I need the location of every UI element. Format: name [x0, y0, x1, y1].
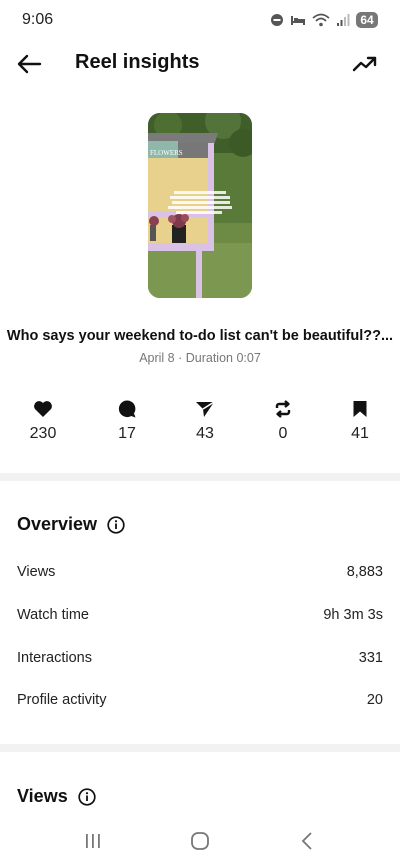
reel-caption: Who says your weekend to-do list can't b…	[6, 328, 394, 344]
signal-icon	[337, 14, 350, 26]
reposts-stat[interactable]: 0	[253, 398, 313, 443]
chevron-left-icon	[301, 832, 312, 850]
page-title: Reel insights	[75, 51, 200, 73]
reel-meta: April 8 · Duration 0:07	[139, 351, 261, 365]
overview-section-title: Overview	[17, 514, 125, 535]
battery-indicator: 64	[356, 12, 378, 28]
likes-stat[interactable]: 230	[13, 398, 73, 443]
info-icon[interactable]	[107, 515, 125, 534]
row-label: Profile activity	[17, 692, 107, 708]
trends-button[interactable]	[350, 50, 380, 78]
overview-title: Overview	[17, 514, 98, 534]
comments-stat[interactable]: 17	[97, 398, 157, 443]
row-value: 20	[366, 692, 383, 708]
reposts-count: 0	[278, 425, 288, 442]
battery-level: 64	[356, 12, 378, 28]
recents-icon	[86, 834, 101, 848]
info-icon[interactable]	[78, 787, 96, 806]
row-value: 9h 3m 3s	[323, 607, 383, 623]
bookmark-icon	[353, 401, 367, 417]
saves-stat[interactable]: 41	[330, 398, 390, 443]
row-value: 8,883	[346, 564, 383, 580]
views-section-title: Views	[17, 786, 96, 807]
do-not-disturb-icon	[271, 14, 283, 26]
shares-count: 43	[196, 425, 214, 442]
comments-count: 17	[118, 425, 136, 442]
repost-icon	[275, 400, 291, 418]
overview-row-profile-activity[interactable]: Profile activity 20	[17, 692, 383, 708]
wifi-icon	[312, 13, 330, 27]
row-value: 331	[358, 650, 383, 666]
header: Reel insights	[0, 42, 400, 86]
overview-row-views[interactable]: Views 8,883	[17, 564, 383, 580]
overview-row-watch-time[interactable]: Watch time 9h 3m 3s	[17, 607, 383, 623]
reel-thumbnail-image: FLOWERS	[148, 113, 252, 298]
overview-row-interactions[interactable]: Interactions 331	[17, 650, 383, 666]
section-divider	[0, 744, 400, 752]
status-bar: 9:06 64	[0, 0, 400, 40]
comment-icon	[118, 400, 136, 418]
status-icons: 64	[270, 12, 378, 28]
home-icon	[191, 832, 209, 850]
status-time: 9:06	[22, 11, 54, 28]
reel-thumbnail[interactable]: FLOWERS	[148, 113, 252, 298]
arrow-left-icon	[17, 54, 42, 74]
heart-icon	[34, 401, 52, 417]
back-button[interactable]	[14, 50, 44, 78]
row-label: Views	[17, 564, 56, 580]
back-nav-button[interactable]	[287, 826, 327, 856]
row-label: Watch time	[17, 607, 89, 623]
thumbnail-sign-text: FLOWERS	[150, 149, 183, 157]
shares-stat[interactable]: 43	[175, 398, 235, 443]
trending-up-icon	[352, 56, 377, 72]
sleep-icon	[291, 16, 305, 25]
views-title: Views	[17, 786, 68, 806]
recents-button[interactable]	[73, 826, 113, 856]
share-icon	[196, 401, 215, 417]
home-button[interactable]	[180, 826, 220, 856]
saves-count: 41	[351, 425, 369, 442]
engagement-stats: 230 17 43 0 41	[0, 398, 400, 448]
likes-count: 230	[29, 425, 57, 442]
system-nav-bar	[0, 815, 400, 867]
row-label: Interactions	[17, 650, 92, 666]
section-divider	[0, 473, 400, 481]
